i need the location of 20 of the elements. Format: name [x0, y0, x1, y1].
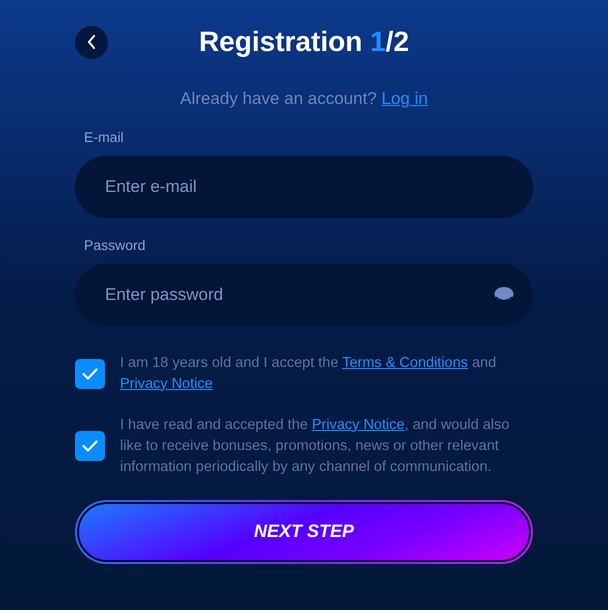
eye-icon[interactable] [494, 286, 514, 302]
email-field[interactable]: Enter e-mail [75, 156, 533, 218]
consent-text: I have read and accepted the Privacy Notice, and would also like to receive bonuses, promotions, news or other relevant information periodically by any channel of communication. [120, 416, 510, 476]
next-step-button[interactable]: NEXT STEP [77, 502, 531, 562]
checkbox[interactable] [75, 431, 105, 461]
page-title: Registration 1/2 [198, 25, 410, 59]
login-link[interactable]: Log in [382, 89, 428, 108]
back-icon [86, 35, 96, 49]
password-field[interactable]: Enter password [75, 264, 533, 326]
consent-text: I am 18 years old and I accept the Terms & Conditions and Privacy Notice [120, 354, 498, 394]
checkmark-icon [82, 440, 98, 452]
back-button[interactable] [75, 26, 108, 58]
field-label: Password [83, 236, 146, 254]
consent-link[interactable]: Terms & Conditions [342, 354, 468, 370]
consent-link[interactable]: Privacy Notice [120, 376, 213, 392]
login-prompt: Already have an account? [180, 89, 377, 108]
checkbox[interactable] [75, 358, 105, 388]
consent-link[interactable]: Privacy Notice [312, 416, 405, 432]
field-label: E-mail [83, 128, 125, 146]
checkmark-icon [82, 368, 98, 380]
